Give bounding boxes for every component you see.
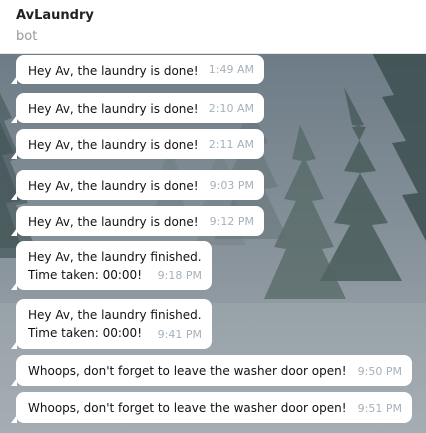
chat-header[interactable]: AvLaundry bot [0,0,426,54]
message-time: 2:10 AM [208,102,254,115]
message-bubble[interactable]: Hey Av, the laundry finished. Time taken… [11,241,212,290]
bubble-tail [11,341,17,349]
bubble-tail [11,282,17,290]
message-bubble[interactable]: Whoops, don't forget to leave the washer… [11,392,412,423]
bubble-tail [11,115,17,123]
message-bubble[interactable]: Hey Av, the laundry is done! 9:12 PM [11,206,264,236]
message-time: 9:03 PM [209,179,254,192]
message-time: 1:49 AM [208,63,254,76]
message-time: 9:18 PM [157,269,202,282]
bubble-tail [11,228,17,236]
bubble-tail [11,192,17,200]
message-bubble[interactable]: Hey Av, the laundry is done! 2:10 AM [11,93,264,123]
message-bubble[interactable]: Hey Av, the laundry is done! 1:49 AM [11,55,264,84]
message-bubble[interactable]: Hey Av, the laundry is done! 2:11 AM [11,129,264,159]
message-bubble[interactable]: Whoops, don't forget to leave the washer… [11,355,412,386]
chat-title: AvLaundry [16,8,94,23]
message-time: 9:51 PM [357,402,402,415]
message-bubble[interactable]: Hey Av, the laundry is done! 9:03 PM [11,170,264,200]
message-text: Whoops, don't forget to leave the washer… [28,364,347,378]
message-time: 9:41 PM [157,328,202,341]
message-time: 9:12 PM [209,215,254,228]
message-time: 2:11 AM [208,138,254,151]
chat-window: AvLaundry bot Hey Av, the laundry is don… [0,0,426,433]
chat-subtitle: bot [16,29,38,44]
bubble-tail [11,415,17,423]
message-time: 9:50 PM [357,365,402,378]
bubble-tail [11,76,17,84]
bubble-tail [11,151,17,159]
message-text: Whoops, don't forget to leave the washer… [28,401,347,415]
message-bubble[interactable]: Hey Av, the laundry finished. Time taken… [11,299,212,349]
bubble-tail [11,378,17,386]
